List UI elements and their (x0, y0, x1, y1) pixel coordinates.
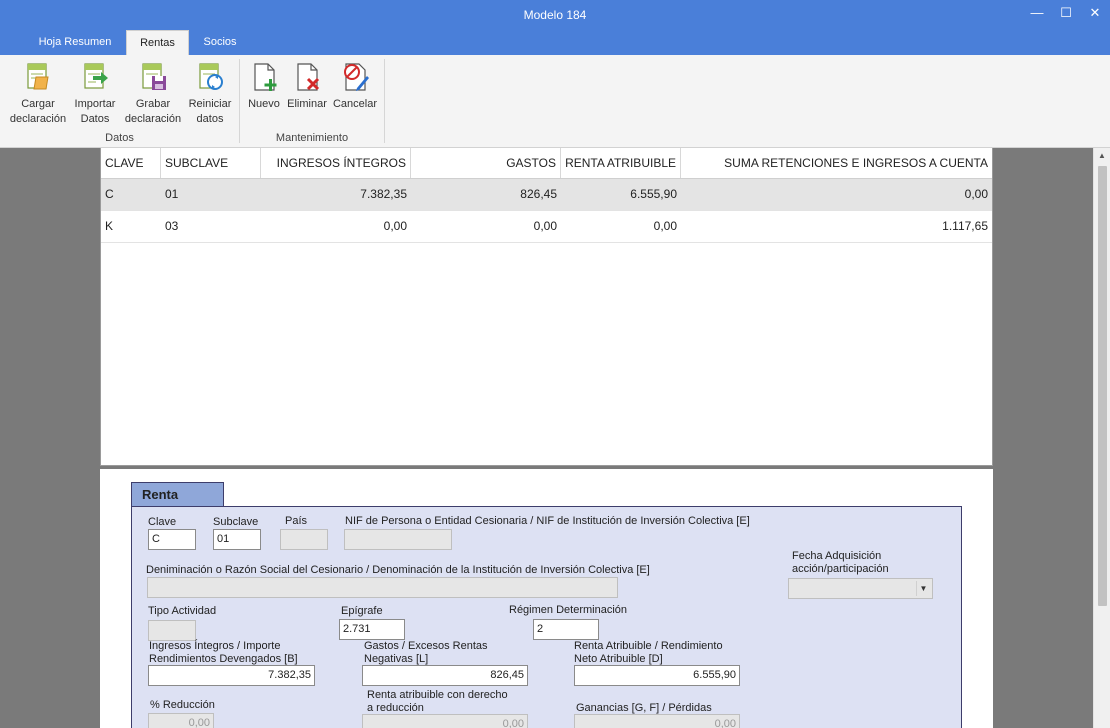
nif-label: NIF de Persona o Entidad Cesionaria / NI… (345, 515, 750, 527)
col-retenciones[interactable]: SUMA RETENCIONES E INGRESOS A CUENTA (681, 148, 992, 178)
reduccion-label: % Reducción (150, 699, 215, 711)
cell-renta: 0,00 (653, 219, 677, 233)
denominacion-input[interactable] (147, 577, 618, 598)
section-title: Renta (131, 482, 224, 506)
import-data-icon (84, 63, 108, 89)
group-label-datos: Datos (105, 132, 134, 144)
cell-gastos: 0,00 (533, 219, 557, 233)
renta-label-1: Renta Atribuible / Rendimiento (574, 640, 723, 652)
fecha-label-1: Fecha Adquisición (792, 550, 882, 562)
reset-data-label1: Reiniciar (188, 98, 232, 110)
cell-clave: C (105, 187, 114, 201)
ribbon: Cargar declaración Importar Datos Grabar… (0, 55, 1110, 148)
pais-input[interactable] (280, 529, 328, 550)
load-declaration-label1: Cargar (21, 98, 55, 110)
save-declaration-label2: declaración (124, 113, 182, 125)
cancel-button[interactable]: Cancelar (331, 61, 379, 112)
clave-input[interactable]: C (148, 529, 196, 550)
window-title: Modelo 184 (523, 8, 587, 22)
gastos-input[interactable]: 826,45 (362, 665, 528, 686)
cell-retenciones: 1.117,65 (942, 219, 988, 233)
tab-hoja-resumen[interactable]: Hoja Resumen (29, 30, 121, 55)
rentas-grid: CLAVE SUBCLAVE INGRESOS ÍNTEGROS GASTOS … (100, 148, 993, 466)
tab-rentas[interactable]: Rentas (126, 30, 189, 55)
reduccion-input[interactable]: 0,00 (148, 713, 214, 728)
renta-form-panel: Clave C Subclave 01 País NIF de Persona … (131, 506, 962, 728)
renta-reduccion-input[interactable]: 0,00 (362, 714, 528, 728)
tab-socios[interactable]: Socios (194, 30, 246, 55)
col-ingresos[interactable]: INGRESOS ÍNTEGROS (261, 148, 411, 178)
renta-input[interactable]: 6.555,90 (574, 665, 740, 686)
nif-input[interactable] (344, 529, 452, 550)
ingresos-input[interactable]: 7.382,35 (148, 665, 315, 686)
delete-label: Eliminar (287, 98, 327, 110)
delete-button[interactable]: Eliminar (284, 61, 330, 112)
new-label: Nuevo (248, 98, 280, 110)
maximize-button[interactable]: ☐ (1051, 0, 1081, 28)
vertical-scrollbar[interactable]: ▲ (1093, 148, 1110, 728)
col-clave[interactable]: CLAVE (101, 148, 161, 178)
load-declaration-button[interactable]: Cargar declaración (6, 61, 70, 127)
cell-renta: 6.555,90 (630, 187, 677, 201)
reset-data-button[interactable]: Reiniciar datos (186, 61, 234, 127)
minimize-button[interactable]: — (1022, 0, 1052, 28)
save-declaration-button[interactable]: Grabar declaración (121, 61, 185, 127)
cell-subclave: 03 (165, 219, 179, 233)
gastos-label-1: Gastos / Excesos Rentas (364, 640, 488, 652)
table-row[interactable]: K 03 0,00 0,00 0,00 1.117,65 (101, 211, 992, 243)
tipo-actividad-input[interactable] (148, 620, 196, 641)
col-renta[interactable]: RENTA ATRIBUIBLE (561, 148, 681, 178)
renta-form-area: Renta Clave C Subclave 01 País NIF de Pe… (100, 469, 993, 728)
cell-ingresos: 0,00 (383, 219, 407, 233)
cancel-icon (344, 63, 369, 91)
scroll-up-icon[interactable]: ▲ (1094, 148, 1110, 164)
cell-clave: K (105, 219, 114, 233)
load-declaration-label2: declaración (9, 113, 67, 125)
group-label-mantenimiento: Mantenimiento (275, 132, 349, 144)
renta-reduccion-label-1: Renta atribuible con derecho (367, 689, 508, 701)
ingresos-label-1: Ingresos Íntegros / Importe (149, 640, 281, 652)
cell-retenciones: 0,00 (964, 187, 988, 201)
load-declaration-icon (27, 63, 49, 90)
new-icon (254, 63, 277, 91)
regimen-label: Régimen Determinación (509, 604, 627, 616)
save-declaration-label1: Grabar (135, 98, 171, 110)
delete-icon (297, 63, 320, 91)
epigrafe-label: Epígrafe (341, 605, 383, 617)
subclave-label: Subclave (213, 516, 259, 528)
cell-gastos: 826,45 (520, 187, 557, 201)
tipo-actividad-label: Tipo Actividad (148, 605, 217, 617)
col-subclave[interactable]: SUBCLAVE (161, 148, 261, 178)
cell-ingresos: 7.382,35 (360, 187, 407, 201)
import-data-label1: Importar (74, 98, 116, 110)
import-data-label2: Datos (80, 113, 110, 125)
pais-label: País (285, 515, 308, 527)
tab-bar: Hoja Resumen Rentas Socios (0, 30, 1110, 55)
subclave-input[interactable]: 01 (213, 529, 261, 550)
epigrafe-input[interactable]: 2.731 (339, 619, 405, 640)
save-declaration-icon (142, 63, 166, 90)
fecha-label-2: acción/participación (792, 563, 889, 575)
import-data-button[interactable]: Importar Datos (70, 61, 120, 127)
new-button[interactable]: Nuevo (245, 61, 283, 112)
group-separator (239, 59, 240, 143)
denominacion-label: Deniminación o Razón Social del Cesionar… (146, 564, 650, 576)
scroll-thumb[interactable] (1098, 166, 1107, 606)
regimen-input[interactable]: 2 (533, 619, 599, 640)
reset-data-label2: datos (196, 113, 224, 125)
ganancias-input[interactable]: 0,00 (574, 714, 740, 728)
fecha-combo[interactable]: ▼ (788, 578, 933, 599)
reset-data-icon (199, 63, 223, 90)
chevron-down-icon[interactable]: ▼ (916, 581, 930, 596)
col-gastos[interactable]: GASTOS (411, 148, 561, 178)
close-button[interactable]: ✕ (1080, 0, 1110, 28)
cancel-label: Cancelar (332, 98, 378, 110)
title-bar: Modelo 184 — ☐ ✕ (0, 0, 1110, 30)
group-separator (384, 59, 385, 143)
clave-label: Clave (148, 516, 177, 528)
table-row[interactable]: C 01 7.382,35 826,45 6.555,90 0,00 (101, 179, 992, 211)
grid-header: CLAVE SUBCLAVE INGRESOS ÍNTEGROS GASTOS … (101, 148, 992, 179)
cell-subclave: 01 (165, 187, 179, 201)
